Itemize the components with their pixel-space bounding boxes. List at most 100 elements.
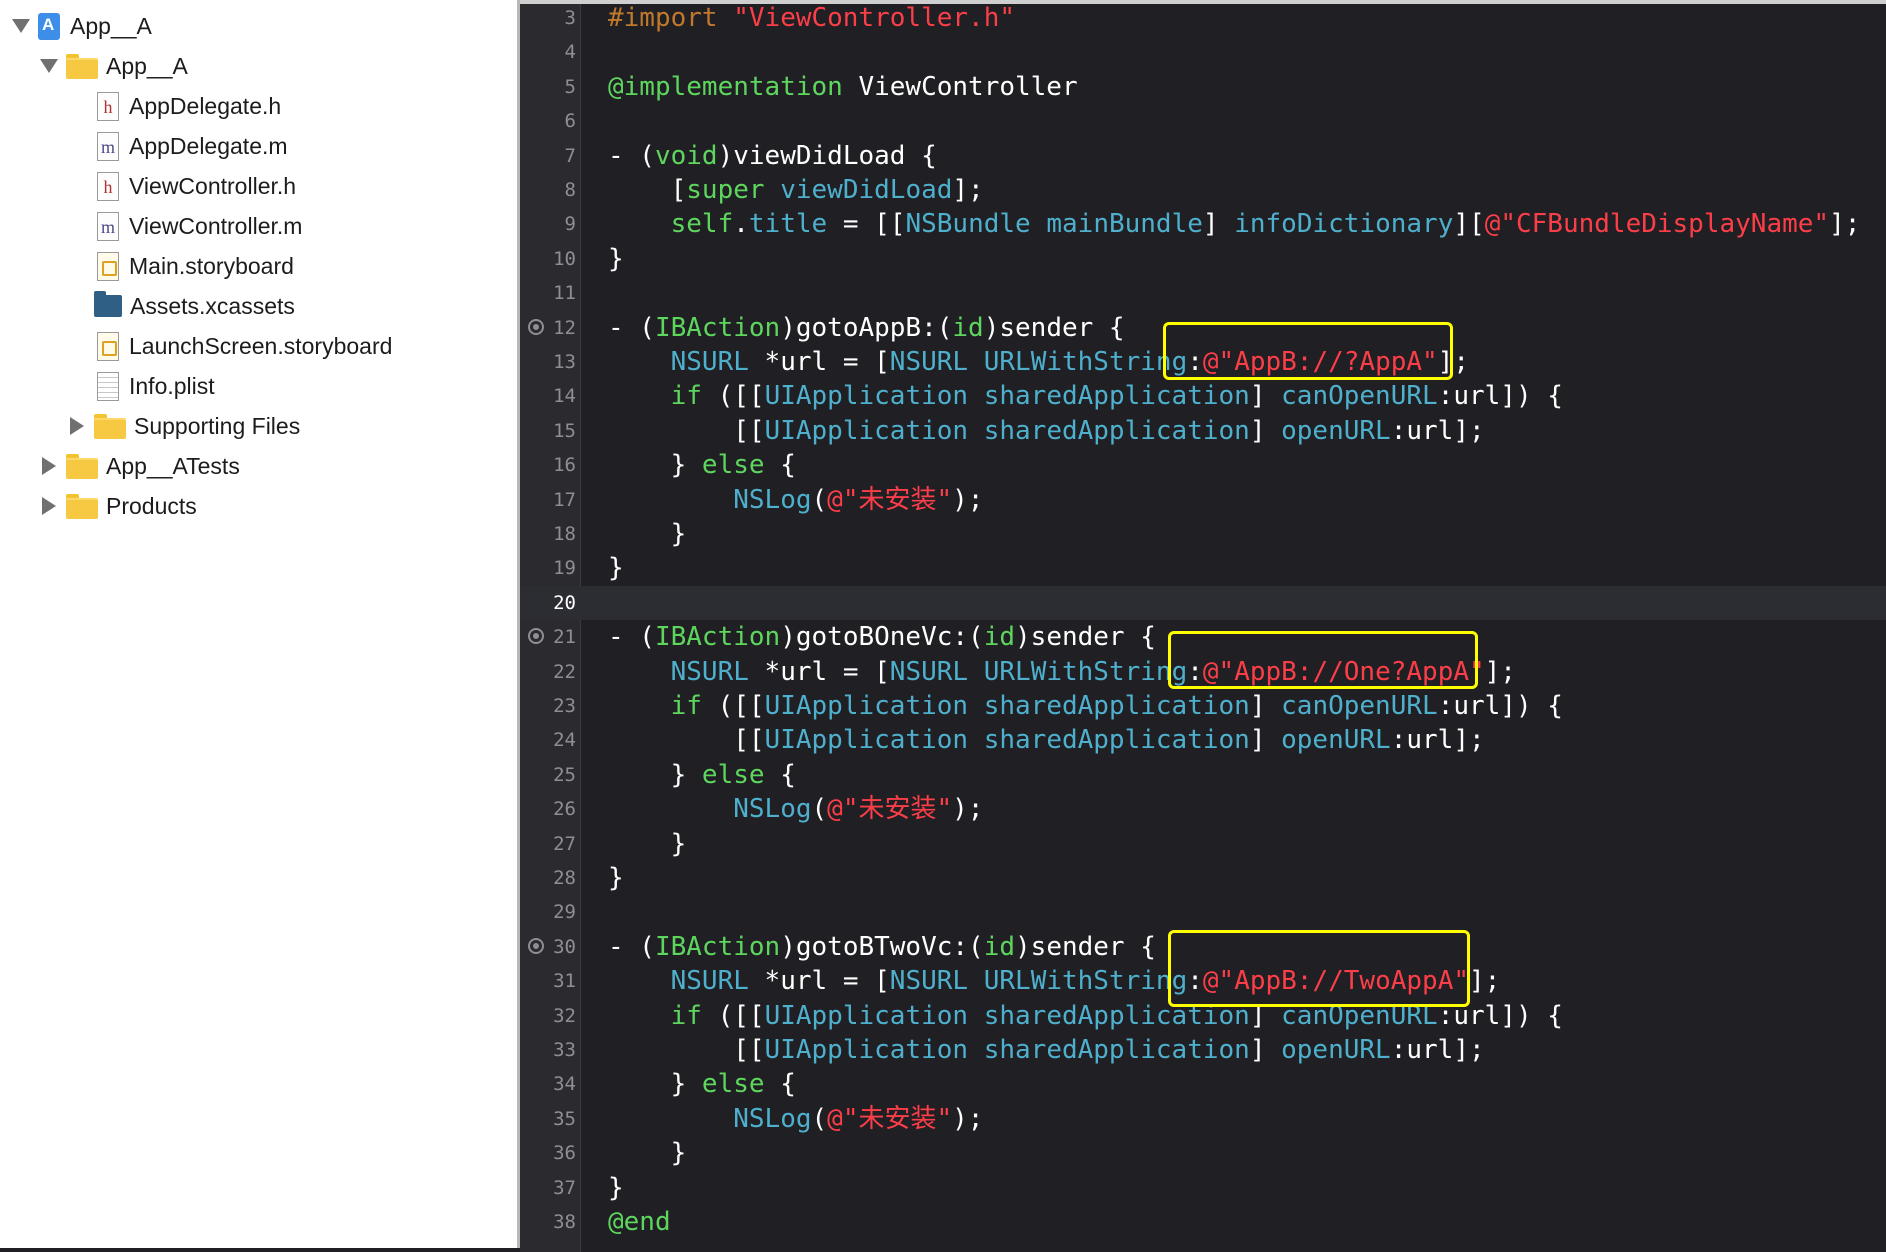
- line-number[interactable]: 15: [520, 414, 576, 448]
- code-line[interactable]: 8 [super viewDidLoad];: [520, 173, 1886, 207]
- code-line[interactable]: 18 }: [520, 517, 1886, 551]
- navigator-item[interactable]: App__A: [0, 46, 515, 86]
- line-number[interactable]: 32: [520, 999, 576, 1033]
- code-token-kw: else: [701, 1069, 765, 1100]
- code-token-kw: id: [952, 312, 984, 343]
- navigator-item[interactable]: Supporting Files: [0, 406, 515, 446]
- code-line[interactable]: 38 @end: [520, 1205, 1886, 1239]
- disclosure-closed-icon[interactable]: [66, 415, 88, 437]
- code-line[interactable]: 7 - (void)viewDidLoad {: [520, 139, 1886, 173]
- code-token-type: openURL: [1281, 1035, 1391, 1065]
- code-token-plain: ]: [1202, 209, 1235, 240]
- line-number[interactable]: 17: [520, 483, 576, 517]
- navigator-item[interactable]: h ViewController.h: [0, 166, 515, 206]
- code-line[interactable]: 34 } else {: [520, 1067, 1886, 1101]
- code-line[interactable]: 19}: [520, 551, 1886, 585]
- code-line[interactable]: 37}: [520, 1171, 1886, 1205]
- line-number[interactable]: 5: [520, 70, 576, 104]
- line-number[interactable]: 6: [520, 104, 576, 138]
- line-number[interactable]: 29: [520, 895, 576, 929]
- disclosure-closed-icon[interactable]: [38, 495, 60, 517]
- code-line[interactable]: 3 #import "ViewController.h": [520, 1, 1886, 35]
- line-number[interactable]: 4: [520, 35, 576, 69]
- code-line[interactable]: 11: [520, 276, 1886, 310]
- disclosure-open-icon[interactable]: [10, 15, 32, 37]
- code-token-plain: )sender {: [1015, 931, 1156, 962]
- code-token-plain: ViewController: [842, 71, 1078, 102]
- code-token-type: infoDictionary: [1234, 209, 1454, 240]
- line-number[interactable]: 9: [520, 207, 576, 241]
- line-number[interactable]: 25: [520, 758, 576, 792]
- line-number[interactable]: 35: [520, 1102, 576, 1136]
- navigator-item[interactable]: Info.plist: [0, 366, 515, 406]
- line-number[interactable]: 34: [520, 1067, 576, 1101]
- line-number[interactable]: 24: [520, 723, 576, 757]
- ibaction-connection-icon[interactable]: [528, 937, 544, 954]
- navigator-item[interactable]: App__ATests: [0, 446, 515, 486]
- code-line[interactable]: 23 if ([[UIApplication sharedApplication…: [520, 689, 1886, 723]
- line-number[interactable]: 26: [520, 792, 576, 826]
- navigator-item[interactable]: Main.storyboard: [0, 246, 515, 286]
- navigator-item[interactable]: Assets.xcassets: [0, 286, 515, 326]
- line-number[interactable]: 27: [520, 827, 576, 861]
- navigator-item[interactable]: LaunchScreen.storyboard: [0, 326, 515, 366]
- code-line[interactable]: 6: [520, 104, 1886, 138]
- code-line[interactable]: 10}: [520, 242, 1886, 276]
- code-text: } else {: [608, 1067, 796, 1101]
- line-number[interactable]: 22: [520, 655, 576, 689]
- ibaction-connection-icon[interactable]: [528, 318, 544, 335]
- line-number[interactable]: 37: [520, 1171, 576, 1205]
- line-number[interactable]: 33: [520, 1033, 576, 1067]
- code-editor[interactable]: 3 #import "ViewController.h" 4 5 @implementa…: [520, 0, 1886, 1252]
- code-line[interactable]: 16 } else {: [520, 448, 1886, 482]
- code-line[interactable]: 24 [[UIApplication sharedApplication] op…: [520, 723, 1886, 757]
- code-line[interactable]: 17 NSLog(@"未安装");: [520, 483, 1886, 517]
- line-number[interactable]: 7: [520, 139, 576, 173]
- code-text: } else {: [608, 758, 796, 792]
- code-line[interactable]: 26 NSLog(@"未安装");: [520, 792, 1886, 826]
- code-line[interactable]: 33 [[UIApplication sharedApplication] op…: [520, 1033, 1886, 1067]
- code-line[interactable]: 5 @implementation ViewController: [520, 70, 1886, 104]
- line-number[interactable]: 3: [520, 1, 576, 35]
- navigator-item[interactable]: h AppDelegate.h: [0, 86, 515, 126]
- code-line[interactable]: 25 } else {: [520, 758, 1886, 792]
- line-number[interactable]: 31: [520, 964, 576, 998]
- line-number[interactable]: 19: [520, 551, 576, 585]
- line-number[interactable]: 28: [520, 861, 576, 895]
- line-number[interactable]: 16: [520, 448, 576, 482]
- line-number[interactable]: 23: [520, 689, 576, 723]
- line-number[interactable]: 36: [520, 1136, 576, 1170]
- code-token-type: sharedApplication: [983, 1035, 1250, 1065]
- line-number[interactable]: 38: [520, 1205, 576, 1239]
- code-line[interactable]: 27 }: [520, 827, 1886, 861]
- code-line[interactable]: 28}: [520, 861, 1886, 895]
- line-number[interactable]: 20: [520, 586, 576, 620]
- line-number[interactable]: 10: [520, 242, 576, 276]
- code-token-type: sharedApplication: [983, 415, 1250, 446]
- code-line[interactable]: 9 self.title = [[NSBundle mainBundle] in…: [520, 207, 1886, 241]
- line-number[interactable]: 18: [520, 517, 576, 551]
- navigator-item[interactable]: App__A: [0, 6, 515, 46]
- code-token-plain: )gotoBOneVc:(: [780, 622, 984, 653]
- code-line[interactable]: 35 NSLog(@"未安装");: [520, 1102, 1886, 1136]
- code-line[interactable]: 14 if ([[UIApplication sharedApplication…: [520, 379, 1886, 413]
- line-number[interactable]: 8: [520, 173, 576, 207]
- navigator-item[interactable]: Products: [0, 486, 515, 526]
- disclosure-open-icon[interactable]: [38, 55, 60, 77]
- code-token-plain: ([[: [701, 1000, 765, 1031]
- line-number[interactable]: 14: [520, 379, 576, 413]
- navigator-item[interactable]: m AppDelegate.m: [0, 126, 515, 166]
- code-line[interactable]: 36 }: [520, 1136, 1886, 1170]
- code-line[interactable]: 20: [520, 585, 1886, 621]
- code-line[interactable]: 29: [520, 895, 1886, 929]
- code-line[interactable]: 15 [[UIApplication sharedApplication] op…: [520, 414, 1886, 448]
- code-line[interactable]: 4: [520, 35, 1886, 69]
- line-number[interactable]: 11: [520, 276, 576, 310]
- line-number[interactable]: 13: [520, 345, 576, 379]
- navigator-item[interactable]: m ViewController.m: [0, 206, 515, 246]
- disclosure-closed-icon[interactable]: [38, 455, 60, 477]
